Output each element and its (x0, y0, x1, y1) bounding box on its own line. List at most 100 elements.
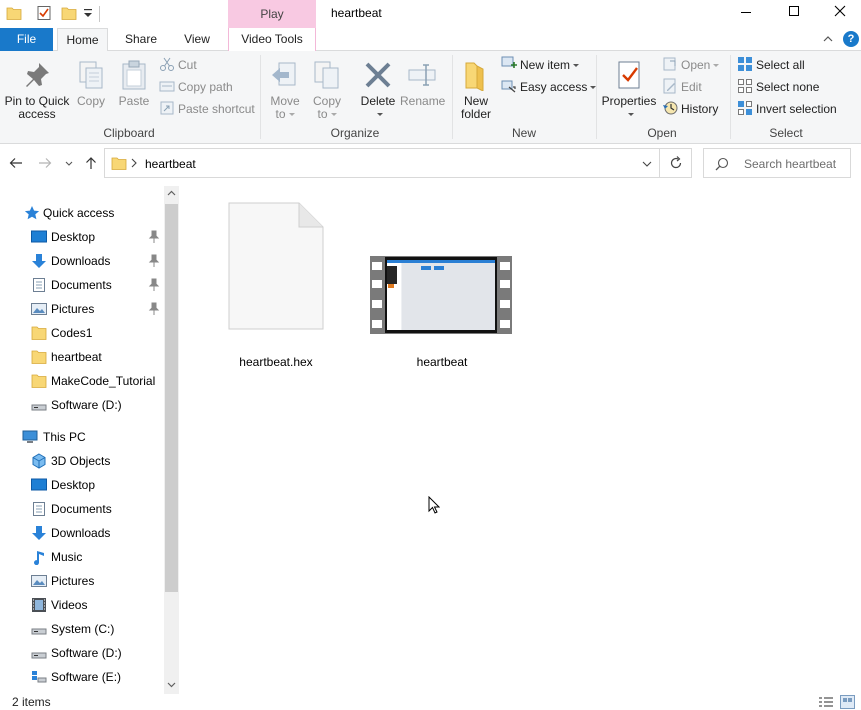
address-bar[interactable]: heartbeat (104, 148, 660, 178)
large-icons-view-icon[interactable] (840, 695, 855, 709)
details-view-icon[interactable] (818, 696, 834, 708)
nav-pc-3d-objects[interactable]: 3D Objects (0, 450, 164, 472)
help-button[interactable]: ? (843, 31, 859, 47)
file-list-view[interactable]: heartbeat.hex heartbeat (180, 182, 861, 694)
properties-button[interactable]: Properties (600, 55, 658, 121)
tab-file[interactable]: File (0, 28, 53, 51)
close-icon[interactable] (817, 0, 861, 26)
scroll-up-arrow-icon[interactable] (167, 189, 176, 198)
easy-access-label: Easy access (520, 80, 588, 94)
status-bar: 2 items (0, 694, 861, 710)
cut-button[interactable]: Cut (159, 55, 197, 75)
nav-pc-system-c[interactable]: System (C:) (0, 618, 164, 640)
open-button[interactable]: Open (662, 55, 720, 75)
scroll-down-arrow-icon[interactable] (167, 680, 176, 689)
nav-quick-heartbeat[interactable]: heartbeat (0, 346, 164, 368)
tab-share[interactable]: Share (116, 28, 166, 51)
new-item-button[interactable]: New item (501, 55, 580, 75)
search-input[interactable]: Search heartbeat (703, 148, 851, 178)
select-all-button[interactable]: Select all (737, 55, 805, 75)
address-path[interactable]: heartbeat (145, 157, 196, 171)
minimize-icon[interactable] (723, 0, 769, 26)
file-item[interactable]: heartbeat.hex (224, 198, 328, 369)
nav-pc-videos[interactable]: Videos (0, 594, 164, 616)
move-to-button[interactable]: Move to (268, 55, 302, 121)
move-to-label-line1: Move (270, 94, 300, 108)
chevron-up-icon[interactable] (822, 33, 834, 45)
nav-quick-documents[interactable]: Documents (0, 274, 164, 296)
desktop-icon (31, 230, 47, 243)
search-placeholder: Search heartbeat (744, 157, 837, 171)
paste-button[interactable]: Paste (116, 55, 152, 108)
select-group-label: Select (769, 126, 803, 140)
open-icon (663, 57, 676, 71)
easy-access-button[interactable]: Easy access (501, 77, 597, 97)
nav-this-pc[interactable]: This PC (0, 426, 164, 448)
new-folder-quick-icon[interactable] (61, 5, 77, 21)
nav-quick-pictures[interactable]: Pictures (0, 298, 164, 320)
select-none-button[interactable]: Select none (737, 77, 819, 97)
nav-pc-music[interactable]: Music (0, 546, 164, 568)
nav-pane-scrollbar[interactable] (164, 186, 179, 694)
copy-path-button[interactable]: Copy path (159, 77, 233, 97)
scrollbar-thumb[interactable] (165, 204, 178, 592)
nav-item-label: Pictures (51, 574, 95, 588)
nav-quick-codes1[interactable]: Codes1 (0, 322, 164, 344)
customize-toolbar-dropdown-icon[interactable] (82, 6, 94, 20)
properties-quick-icon[interactable] (36, 5, 52, 21)
navigation-pane: Quick access Desktop Downloads Documents… (0, 182, 180, 694)
rename-button[interactable]: Rename (400, 55, 446, 108)
edit-label: Edit (681, 80, 702, 94)
rename-label: Rename (400, 94, 446, 108)
new-folder-button[interactable]: New folder (456, 55, 496, 121)
nav-pc-software-d[interactable]: Software (D:) (0, 642, 164, 664)
recent-locations-chevron-icon[interactable] (63, 155, 75, 171)
document-file-icon (228, 202, 324, 330)
nav-pc-downloads[interactable]: Downloads (0, 522, 164, 544)
ribbon-separator (260, 55, 261, 139)
pin-icon[interactable] (148, 302, 160, 315)
invert-selection-label: Invert selection (756, 102, 837, 116)
edit-button[interactable]: Edit (662, 77, 702, 97)
film-strip-icon (32, 598, 46, 612)
tab-video-tools[interactable]: Video Tools (228, 28, 316, 51)
nav-quick-makecode-tutorial[interactable]: MakeCode_Tutorial (0, 370, 164, 392)
chevron-right-icon[interactable] (130, 157, 138, 169)
pin-to-quick-access-button[interactable]: Pin to Quick access (4, 55, 70, 121)
pin-icon[interactable] (148, 230, 160, 243)
refresh-button[interactable] (659, 148, 692, 178)
copy-button[interactable]: Copy (74, 55, 108, 108)
invert-selection-button[interactable]: Invert selection (737, 99, 837, 119)
nav-pc-pictures[interactable]: Pictures (0, 570, 164, 592)
file-item[interactable]: heartbeat (368, 198, 516, 369)
nav-item-label: System (C:) (51, 622, 115, 636)
paste-shortcut-button[interactable]: Paste shortcut (159, 99, 255, 119)
video-thumbnail-icon (370, 256, 512, 334)
nav-quick-downloads[interactable]: Downloads (0, 250, 164, 272)
rename-icon (408, 64, 436, 86)
nav-quick-software-d[interactable]: Software (D:) (0, 394, 164, 416)
history-button[interactable]: History (662, 99, 718, 119)
tab-view[interactable]: View (175, 28, 219, 51)
drive-icon (31, 404, 47, 411)
move-to-icon (272, 62, 296, 86)
back-arrow-icon[interactable] (8, 155, 24, 171)
up-arrow-icon[interactable] (83, 155, 99, 171)
copy-to-button[interactable]: Copy to (310, 55, 344, 121)
pin-icon[interactable] (148, 278, 160, 291)
nav-quick-desktop[interactable]: Desktop (0, 226, 164, 248)
nav-quick-access-label: Quick access (43, 206, 115, 220)
tab-home[interactable]: Home (57, 28, 108, 52)
history-label: History (681, 102, 719, 116)
maximize-icon[interactable] (771, 0, 817, 26)
nav-pc-documents[interactable]: Documents (0, 498, 164, 520)
ribbon-tab-row: File Home Share View Video Tools (0, 28, 861, 52)
nav-pc-desktop[interactable]: Desktop (0, 474, 164, 496)
chevron-down-icon[interactable] (642, 159, 652, 169)
nav-pc-software-e[interactable]: Software (E:) (0, 666, 164, 688)
paste-shortcut-label: Paste shortcut (178, 102, 255, 116)
delete-button[interactable]: Delete (358, 55, 398, 121)
forward-arrow-icon[interactable] (37, 155, 53, 171)
pin-icon[interactable] (148, 254, 160, 267)
nav-quick-access[interactable]: Quick access (0, 202, 164, 224)
